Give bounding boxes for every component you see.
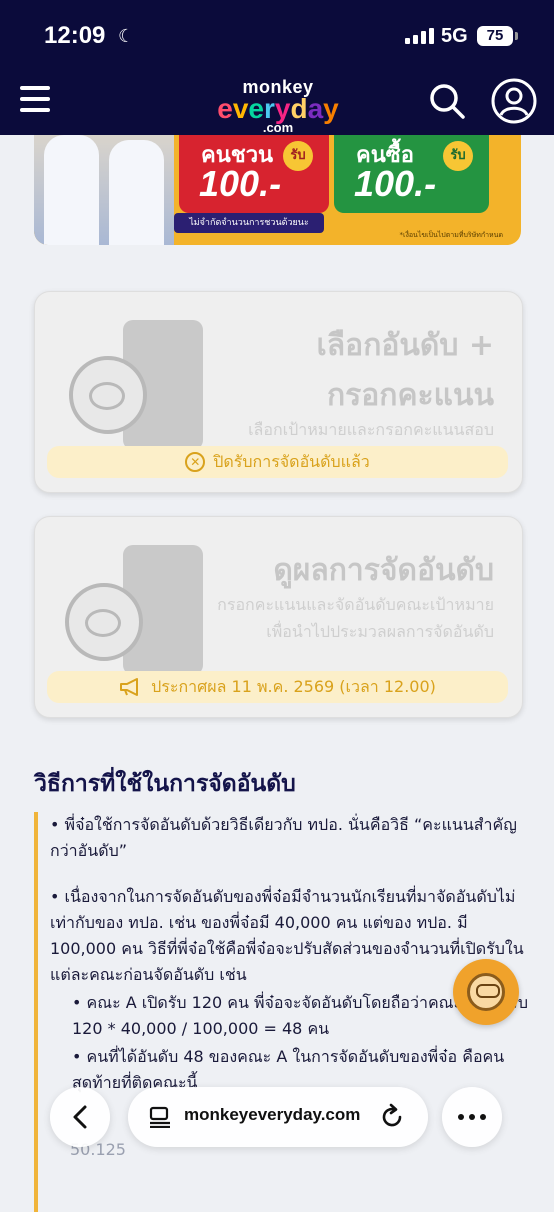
- card1-subtitle: เลือกเป้าหมายและกรอกคะแนนสอบ: [248, 420, 494, 439]
- promo-banner[interactable]: คนชวน รับ 100.- คนซื้อ รับ 100.- ไม่จำกั…: [34, 135, 521, 245]
- dot: [469, 1114, 475, 1120]
- reload-icon[interactable]: [378, 1103, 406, 1131]
- browser-toolbar: monkeyeveryday.com: [50, 1082, 520, 1152]
- monkey-illustration: [69, 356, 147, 434]
- invite-ticket: คนชวน รับ 100.-: [179, 135, 329, 213]
- card1-status-text: ปิดรับการจัดอันดับแล้ว: [213, 451, 370, 471]
- card2-status: ประกาศผล 11 พ.ค. 2569 (เวลา 12.00): [47, 671, 508, 703]
- card1-title-line1: เลือกอันดับ +: [316, 328, 494, 363]
- battery-icon: 75: [477, 26, 518, 46]
- url-text: monkeyeveryday.com: [184, 1105, 361, 1124]
- dot: [458, 1114, 464, 1120]
- megaphone-icon: [120, 678, 139, 696]
- reader-icon[interactable]: [148, 1106, 172, 1128]
- signal-icon: [405, 28, 434, 44]
- card2-status-text: ประกาศผล 11 พ.ค. 2569 (เวลา 12.00): [151, 676, 436, 696]
- paragraph-1: • พี่จ๋อใช้การจัดอันดับด้วยวิธีเดียวกับ …: [50, 815, 517, 860]
- back-button[interactable]: [50, 1087, 110, 1147]
- buy-ticket: คนซื้อ รับ 100.-: [334, 135, 489, 213]
- close-circle-icon: ✕: [185, 452, 206, 472]
- status-time: 12:09: [44, 22, 106, 49]
- network-label: 5G: [441, 25, 468, 47]
- address-bar[interactable]: monkeyeveryday.com: [128, 1087, 428, 1147]
- section-title: วิธีการที่ใช้ในการจัดอันดับ: [34, 771, 296, 797]
- moon-icon: ☾: [118, 26, 135, 47]
- card2-subtitle-line2: เพื่อนำไปประมวลผลการจัดอันดับ: [266, 622, 494, 641]
- site-logo[interactable]: monkey everyday .com: [208, 78, 348, 134]
- search-icon[interactable]: [428, 82, 466, 120]
- monkey-illustration: [65, 583, 143, 661]
- card2-subtitle-line1: กรอกคะแนนและจัดอันดับคณะเป้าหมาย: [217, 595, 494, 614]
- more-options-button[interactable]: [442, 1087, 502, 1147]
- logo-main-text: everyday: [217, 93, 339, 124]
- card1-status: ✕ ปิดรับการจัดอันดับแล้ว: [47, 446, 508, 478]
- chevron-left-icon: [73, 1105, 87, 1129]
- top-navbar: monkey everyday .com: [0, 70, 554, 135]
- profile-icon[interactable]: [491, 78, 537, 124]
- card2-title: ดูผลการจัดอันดับ: [273, 553, 494, 588]
- monkey-face-icon: [467, 973, 505, 1011]
- chat-mascot-button[interactable]: [453, 959, 519, 1025]
- banner-students-image: [34, 135, 174, 245]
- card1-title-line2: กรอกคะแนน: [327, 378, 494, 413]
- dot: [480, 1114, 486, 1120]
- menu-icon[interactable]: [20, 86, 50, 116]
- banner-note: ไม่จำกัดจำนวนการชวนด้วยนะ: [174, 213, 324, 233]
- select-rank-card[interactable]: เลือกอันดับ + กรอกคะแนน เลือกเป้าหมายและ…: [34, 291, 523, 493]
- banner-footnote: *เงื่อนไขเป็นไปตามที่บริษัทกำหนด: [399, 231, 503, 239]
- view-result-card[interactable]: ดูผลการจัดอันดับ กรอกคะแนนและจัดอันดับคณ…: [34, 516, 523, 718]
- status-bar: 12:09 ☾ 5G 75: [0, 0, 554, 70]
